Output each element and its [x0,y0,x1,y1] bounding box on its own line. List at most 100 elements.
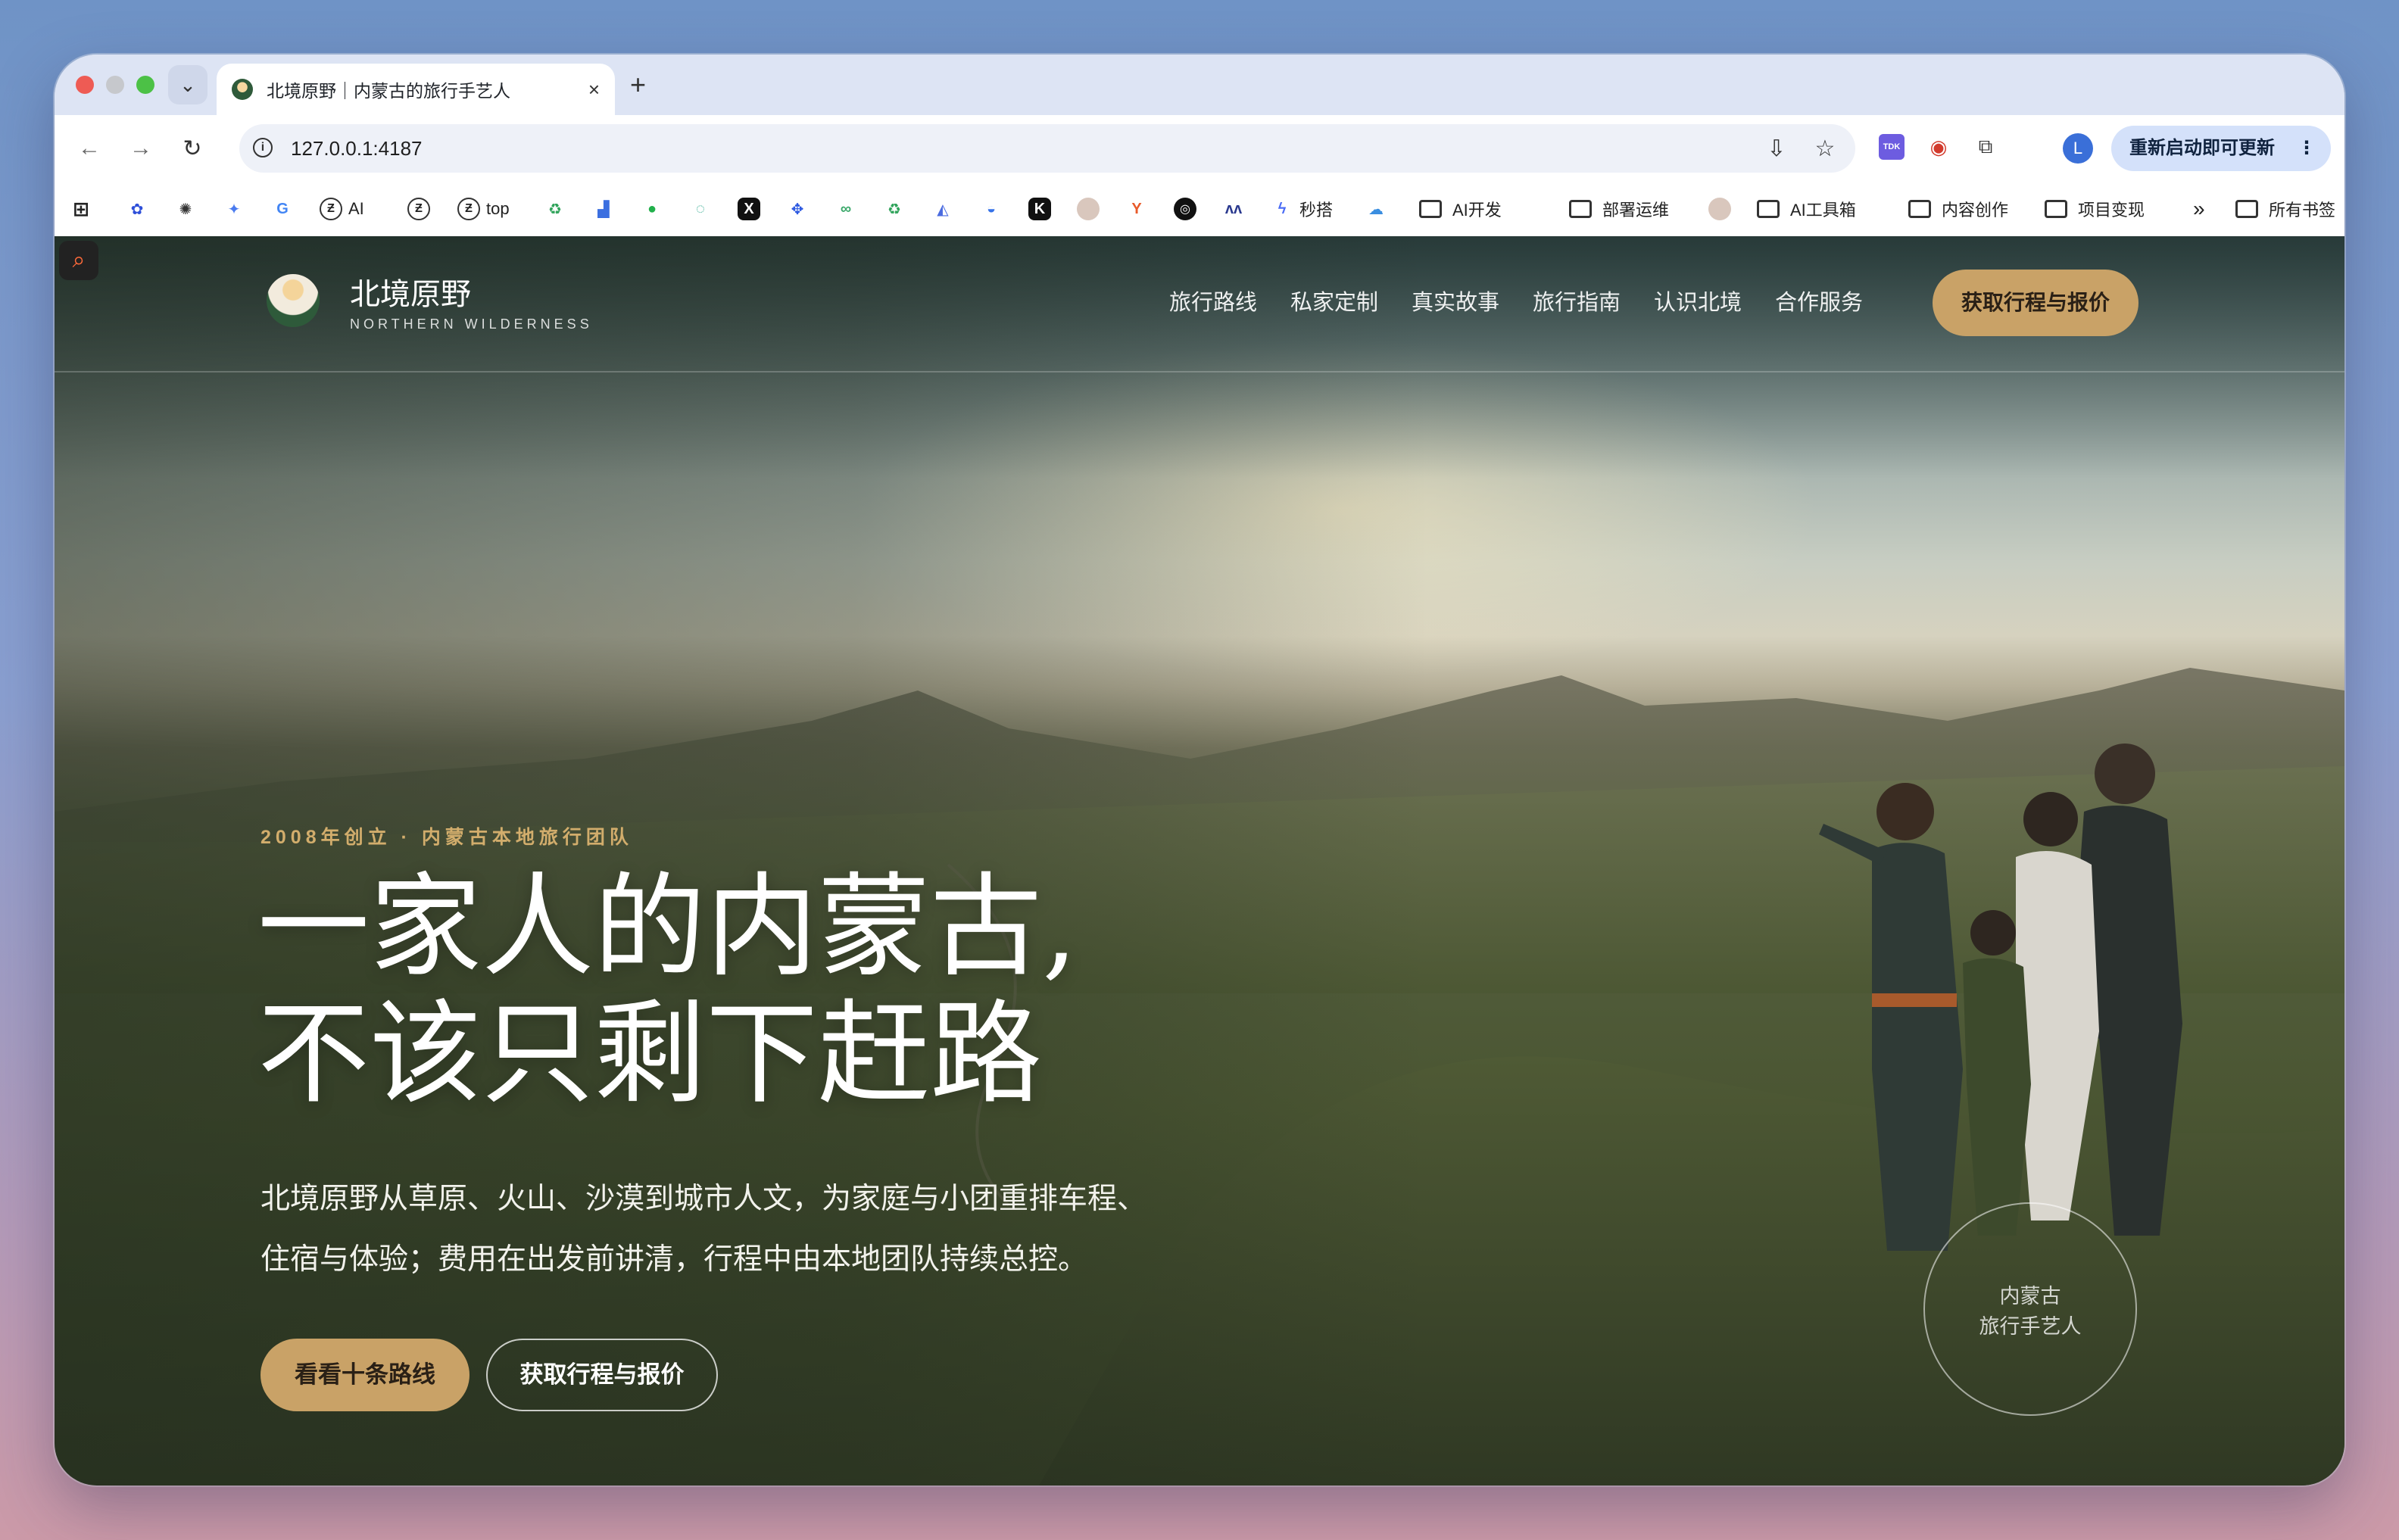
bookmark-app-1[interactable]: ♻ [544,195,572,223]
brand-logo-icon[interactable] [267,274,320,327]
nav-guide[interactable]: 旅行指南 [1533,285,1621,316]
bookmark-app-3[interactable]: ◌ [689,195,718,223]
bookmark-top[interactable]: Ƶtop [457,195,510,223]
tab-close-icon[interactable]: × [588,78,600,101]
bookmark-folder-deploy[interactable]: 部署运维 [1569,195,1669,223]
bookmark-app-8[interactable]: ◒ [980,195,1009,223]
more-menu-icon[interactable]: ⋮ [2298,126,2316,171]
blue-shape-icon: ✥ [791,201,804,218]
bookmark-app-6[interactable]: ♻ [883,195,912,223]
reload-icon: ↻ [182,136,202,161]
forward-button[interactable]: → [124,132,158,165]
star-icon: ☆ [1814,136,1836,161]
bar-chart-icon: ▟ [597,201,610,218]
extension-button[interactable]: ◉ [1923,132,1954,162]
all-bookmarks-label: 所有书签 [2269,201,2336,220]
x-icon: X [738,198,760,220]
bookmark-folder-content[interactable]: 内容创作 [1908,195,2008,223]
zoom-window-button[interactable] [136,76,154,94]
screenshot-tool-icon[interactable]: ⌕ [59,241,98,280]
nav-partners[interactable]: 合作服务 [1775,285,1863,316]
bookmark-folder-monetize[interactable]: 项目变现 [2045,195,2145,223]
back-button[interactable]: ← [73,132,106,165]
bookmark-star-button[interactable]: ☆ [1811,135,1839,162]
bookmark-k[interactable]: K [1028,195,1057,223]
profile-avatar[interactable]: L [2063,133,2093,164]
bookmark-x[interactable]: X [738,195,766,223]
whale-icon: ◭ [937,201,949,218]
bookmark-folder-ai-tools[interactable]: AI工具箱 [1757,195,1856,223]
baidu-paw-icon: ✿ [130,201,144,218]
all-bookmarks-button[interactable]: 所有书签 [2235,195,2335,223]
bookmark-wechat[interactable]: ● [641,195,669,223]
headline-line-2: 不该只剩下赶路 [257,989,1042,1119]
folder-icon [1419,200,1442,218]
hero-section: ⌕ 北境原野 NORTHERN WILDERNESS 旅行路线 私家定制 真实故… [55,236,2344,1485]
bookmark-gemini[interactable]: ✦ [223,195,251,223]
bookmark-avatar-1[interactable] [1077,195,1106,223]
brand-stamp-badge: 内蒙古 旅行手艺人 [1923,1202,2137,1416]
install-app-button[interactable]: ⇩ [1763,135,1790,162]
browser-toolbar: ← → ↻ i 127.0.0.1:4187 ⇩ ☆ TDK ◉ ⧉ L 重新启… [55,115,2344,182]
new-tab-button[interactable]: + [630,68,646,101]
extensions-menu-button[interactable]: ⧉ [1970,132,2001,162]
bookmark-ai[interactable]: Ƶ AI [320,195,364,223]
tab-strip: ⌄ 北境原野｜内蒙古的旅行手艺人 × + [55,55,2344,115]
avatar-icon [1708,198,1731,220]
get-quote-button[interactable]: 获取行程与报价 [486,1339,718,1411]
folder-icon [1757,200,1780,218]
bookmark-zhihu-2[interactable]: Ƶ [407,195,436,223]
nav-about[interactable]: 认识北境 [1654,285,1742,316]
bookmarks-bar: ⊞ ✿ ✺ ✦ G Ƶ AI Ƶ Ƶtop ♻ ▟ ● ◌ X ✥ ∞ ♻ ◭ ◒… [55,182,2344,237]
brand-name[interactable]: 北境原野 [350,270,471,313]
bookmark-app-11[interactable]: ʌʌ [1222,195,1251,223]
openai-icon: ✺ [179,201,192,218]
bookmark-miaoda[interactable]: ϟ 秒搭 [1271,195,1333,223]
bookmark-app-4[interactable]: ✥ [786,195,815,223]
tdk-extension-icon: TDK [1879,134,1905,160]
nav-custom[interactable]: 私家定制 [1290,285,1378,316]
mountain-logo-icon: ʌʌ [1224,200,1243,217]
reload-button[interactable]: ↻ [176,132,209,165]
extension-tdk-button[interactable]: TDK [1876,132,1907,162]
bookmark-avatar-2[interactable] [1708,195,1737,223]
brand-subtitle: NORTHERN WILDERNESS [350,316,593,332]
bookmark-google[interactable]: G [271,195,300,223]
subtext-line-2: 住宿与体验；费用在出发前讲清，行程中由本地团队持续总控。 [260,1243,1088,1276]
header-quote-button[interactable]: 获取行程与报价 [1933,270,2139,336]
bookmark-baidu[interactable]: ✿ [126,195,154,223]
folder-icon [2235,200,2258,218]
bookmark-app-10[interactable]: ◎ [1174,195,1203,223]
hero-eyebrow: 2008年创立 · 内蒙古本地旅行团队 [260,827,633,848]
bookmark-label: 秒搭 [1299,201,1334,220]
bookmarks-overflow-button[interactable]: » [2193,195,2205,223]
site-info-icon[interactable]: i [253,138,273,157]
refresh-green-icon: ♻ [548,201,562,218]
apps-grid-icon: ⊞ [73,197,89,220]
extension-logo-icon: ◉ [1929,135,1948,158]
bookmark-app-5[interactable]: ∞ [835,195,863,223]
bookmark-openai[interactable]: ✺ [174,195,203,223]
forward-arrow-icon: → [129,136,152,161]
bookmark-folder-ai-dev[interactable]: AI开发 [1419,195,1502,223]
bookmark-app-9[interactable]: Y [1125,195,1154,223]
double-chevron-right-icon: » [2193,197,2205,220]
nav-stories[interactable]: 真实故事 [1412,285,1499,316]
address-url[interactable]: 127.0.0.1:4187 [291,124,423,173]
lightning-icon: ϟ [1277,200,1287,217]
bookmark-app-7[interactable]: ◭ [931,195,960,223]
apps-grid-button[interactable]: ⊞ [70,195,98,223]
address-bar[interactable]: i 127.0.0.1:4187 ⇩ ☆ [239,124,1855,173]
tab-search-button[interactable]: ⌄ [168,65,207,104]
view-routes-button[interactable]: 看看十条路线 [260,1339,470,1411]
close-window-button[interactable] [76,76,94,94]
zhihu-icon: Ƶ [457,198,480,220]
bookmark-cloud[interactable]: ☁ [1365,195,1393,223]
bookmark-app-2[interactable]: ▟ [592,195,621,223]
active-tab[interactable]: 北境原野｜内蒙古的旅行手艺人 × [217,64,615,115]
minimize-window-button[interactable] [106,76,124,94]
bookmark-label: 项目变现 [2078,201,2145,220]
relaunch-update-button[interactable]: 重新启动即可更新 ⋮ [2111,126,2331,171]
install-icon: ⇩ [1767,136,1786,161]
nav-routes[interactable]: 旅行路线 [1169,285,1257,316]
